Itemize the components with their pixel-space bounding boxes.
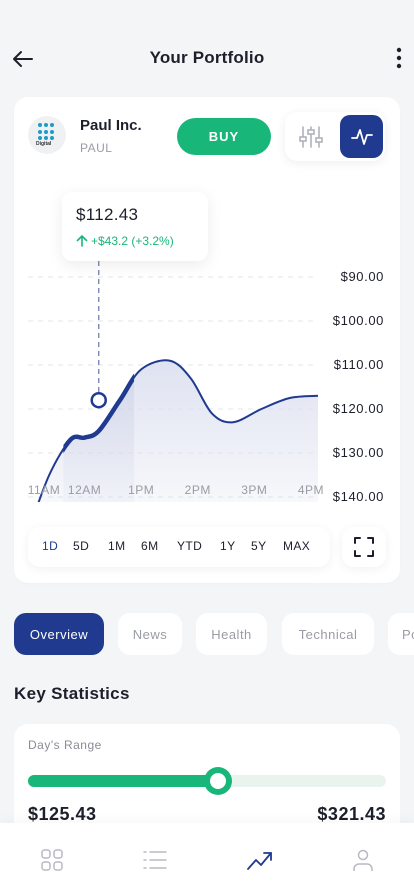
time-range-selector: 1D 5D 1M 6M YTD 1Y 5Y MAX: [28, 527, 330, 567]
company-logo: Digital: [28, 116, 66, 154]
grid-icon: [41, 849, 63, 871]
days-range-low: $125.43: [28, 804, 97, 824]
time-range-1m[interactable]: 1M: [108, 539, 125, 553]
days-range-bar: [28, 767, 386, 795]
tooltip-price: $112.43: [76, 205, 139, 224]
arrow-up-icon: [76, 235, 88, 247]
stock-chart-card: Digital Paul Inc. PAUL BUY $90.00 $100.00…: [14, 97, 400, 583]
expand-icon: [354, 537, 374, 557]
page-title: Your Portfolio: [149, 48, 265, 67]
y-tick-label: $120.00: [333, 401, 384, 416]
tab-news[interactable]: News: [118, 613, 182, 655]
time-range-1y[interactable]: 1Y: [220, 539, 235, 553]
time-range-1d[interactable]: 1D: [42, 539, 58, 553]
y-tick-label: $110.00: [334, 357, 384, 372]
nav-dashboard[interactable]: [38, 846, 66, 874]
key-statistics-title: Key Statistics: [14, 684, 130, 703]
days-range-fill: [28, 775, 218, 787]
tab-technical[interactable]: Technical: [282, 613, 374, 655]
tab-po[interactable]: Po: [388, 613, 414, 655]
y-tick-label: $140.00: [333, 489, 384, 502]
profile-icon: [353, 849, 373, 871]
time-range-5y[interactable]: 5Y: [251, 539, 266, 553]
more-options-icon[interactable]: [394, 45, 404, 71]
selected-point: [90, 391, 107, 409]
days-range-high: $321.43: [317, 804, 386, 824]
price-tooltip: $112.43 +$43.2 (+3.2%): [62, 192, 208, 261]
x-tick-label: 1PM: [128, 483, 154, 497]
company-name: Paul Inc.: [80, 117, 142, 134]
sliders-icon[interactable]: [298, 124, 324, 150]
bottom-navigation: [0, 823, 414, 896]
company-ticker: PAUL: [80, 141, 113, 155]
time-range-ytd[interactable]: YTD: [177, 539, 202, 553]
pulse-icon: [350, 128, 373, 145]
x-tick-label: 11AM: [28, 483, 60, 497]
top-bar: Your Portfolio: [0, 0, 414, 110]
line-chart-button[interactable]: [340, 115, 383, 158]
days-range-label: Day's Range: [28, 738, 102, 752]
trending-up-icon: [247, 852, 272, 870]
list-icon: [143, 851, 167, 869]
y-tick-label: $100.00: [333, 313, 384, 328]
time-range-5d[interactable]: 5D: [73, 539, 89, 553]
x-tick-label: 2PM: [185, 483, 211, 497]
y-tick-label: $90.00: [341, 269, 384, 284]
fullscreen-button[interactable]: [342, 527, 386, 567]
section-tabs: Overview News Health Technical Po: [14, 613, 414, 655]
nav-list[interactable]: [141, 846, 169, 874]
y-tick-label: $130.00: [333, 445, 384, 460]
chart-view-toggle: [285, 112, 385, 161]
nav-portfolio[interactable]: [246, 846, 274, 874]
time-range-max[interactable]: MAX: [283, 539, 310, 553]
time-range-6m[interactable]: 6M: [141, 539, 158, 553]
x-tick-label: 4PM: [298, 483, 324, 497]
buy-button[interactable]: BUY: [177, 118, 271, 155]
tab-overview[interactable]: Overview: [14, 613, 104, 655]
x-tick-label: 3PM: [241, 483, 267, 497]
x-tick-label: 12AM: [68, 483, 101, 497]
days-range-thumb[interactable]: [203, 767, 232, 795]
nav-profile[interactable]: [349, 846, 377, 874]
tooltip-change: +$43.2 (+3.2%): [76, 234, 174, 248]
tab-health[interactable]: Health: [196, 613, 267, 655]
